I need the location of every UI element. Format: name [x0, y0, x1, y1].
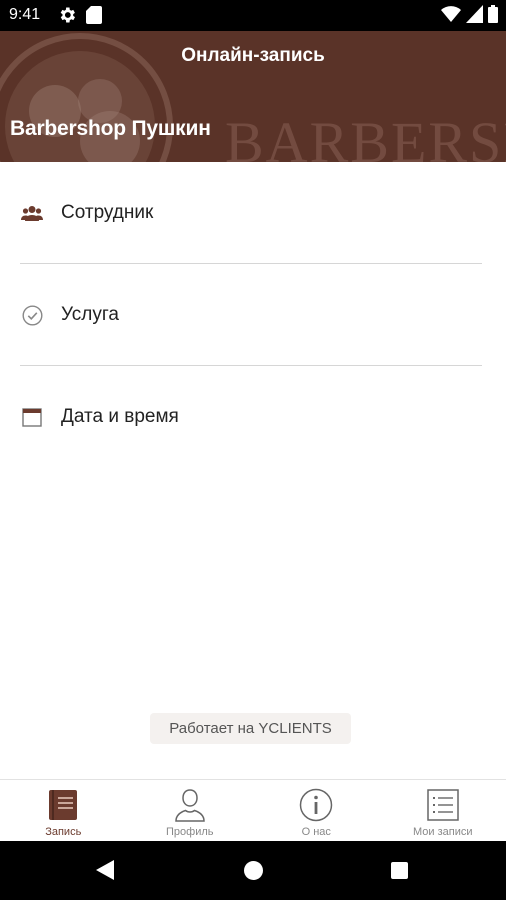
app-header: BARBERSH Онлайн-запись Barbershop Пушкин [0, 31, 506, 162]
check-circle-icon [21, 304, 43, 326]
status-bar: 9:41 [0, 0, 506, 31]
page-title: Онлайн-запись [181, 45, 325, 66]
bottom-navigation: Запись Профиль О нас Мои записи [0, 779, 506, 841]
person-icon [172, 787, 208, 823]
book-icon [45, 787, 81, 823]
list-item-employee[interactable]: Сотрудник [0, 162, 506, 264]
nav-item-profile[interactable]: Профиль [127, 780, 254, 841]
signal-icon [466, 5, 483, 23]
list-item-date-time[interactable]: Дата и время [0, 366, 506, 468]
list-item-label: Дата и время [61, 406, 179, 427]
nav-label: Запись [45, 826, 82, 838]
info-icon [298, 787, 334, 823]
brand-name: Barbershop Пушкин [10, 117, 211, 140]
calendar-icon [21, 406, 43, 428]
nav-label: Профиль [166, 826, 214, 838]
sd-card-icon [86, 6, 102, 24]
powered-by-badge[interactable]: Работает на YCLIENTS [150, 713, 351, 744]
settings-gear-icon [60, 7, 75, 23]
header-watermark: BARBERSH [225, 110, 506, 162]
nav-item-my-bookings[interactable]: Мои записи [380, 780, 506, 841]
status-time: 9:41 [9, 6, 41, 23]
nav-label: О нас [301, 826, 331, 838]
status-indicators [441, 5, 498, 23]
nav-item-about[interactable]: О нас [253, 780, 380, 841]
nav-item-booking[interactable]: Запись [0, 780, 127, 841]
system-navigation-bar [0, 841, 506, 900]
booking-steps-list: Сотрудник Услуга Дата и время [0, 162, 506, 468]
nav-label: Мои записи [412, 826, 473, 838]
list-item-service[interactable]: Услуга [0, 264, 506, 366]
list-icon [425, 787, 461, 823]
people-icon [21, 202, 43, 224]
battery-icon [488, 5, 498, 23]
recent-apps-icon[interactable] [391, 862, 408, 879]
back-icon[interactable] [96, 860, 114, 880]
list-item-label: Услуга [61, 304, 119, 325]
list-item-label: Сотрудник [61, 202, 154, 223]
home-icon[interactable] [244, 861, 263, 880]
wifi-icon [441, 6, 461, 22]
